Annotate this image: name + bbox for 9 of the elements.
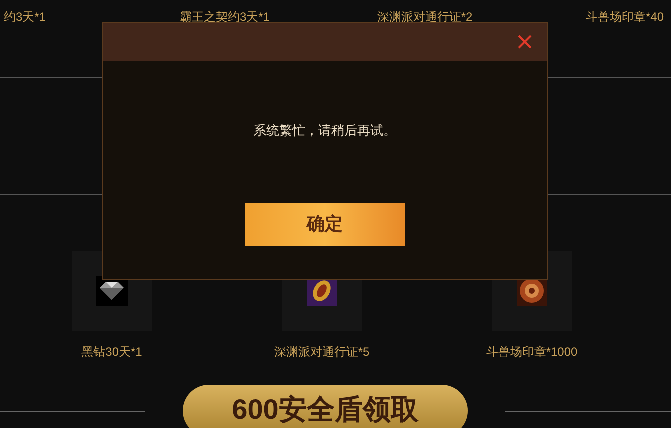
reward-label: 约3天*1 bbox=[4, 9, 46, 26]
reward-label: 黑钻30天*1 bbox=[82, 344, 142, 361]
close-icon[interactable] bbox=[517, 34, 533, 50]
dialog-message: 系统繁忙，请稍后再试。 bbox=[254, 122, 396, 140]
claim-button[interactable]: 600安全盾领取 bbox=[183, 385, 468, 428]
reward-label: 斗兽场印章*1000 bbox=[486, 344, 578, 361]
reward-label: 深渊派对通行证*5 bbox=[274, 344, 370, 361]
confirm-button[interactable]: 确定 bbox=[245, 202, 405, 246]
reward-label: 斗兽场印章*40 bbox=[586, 9, 664, 26]
